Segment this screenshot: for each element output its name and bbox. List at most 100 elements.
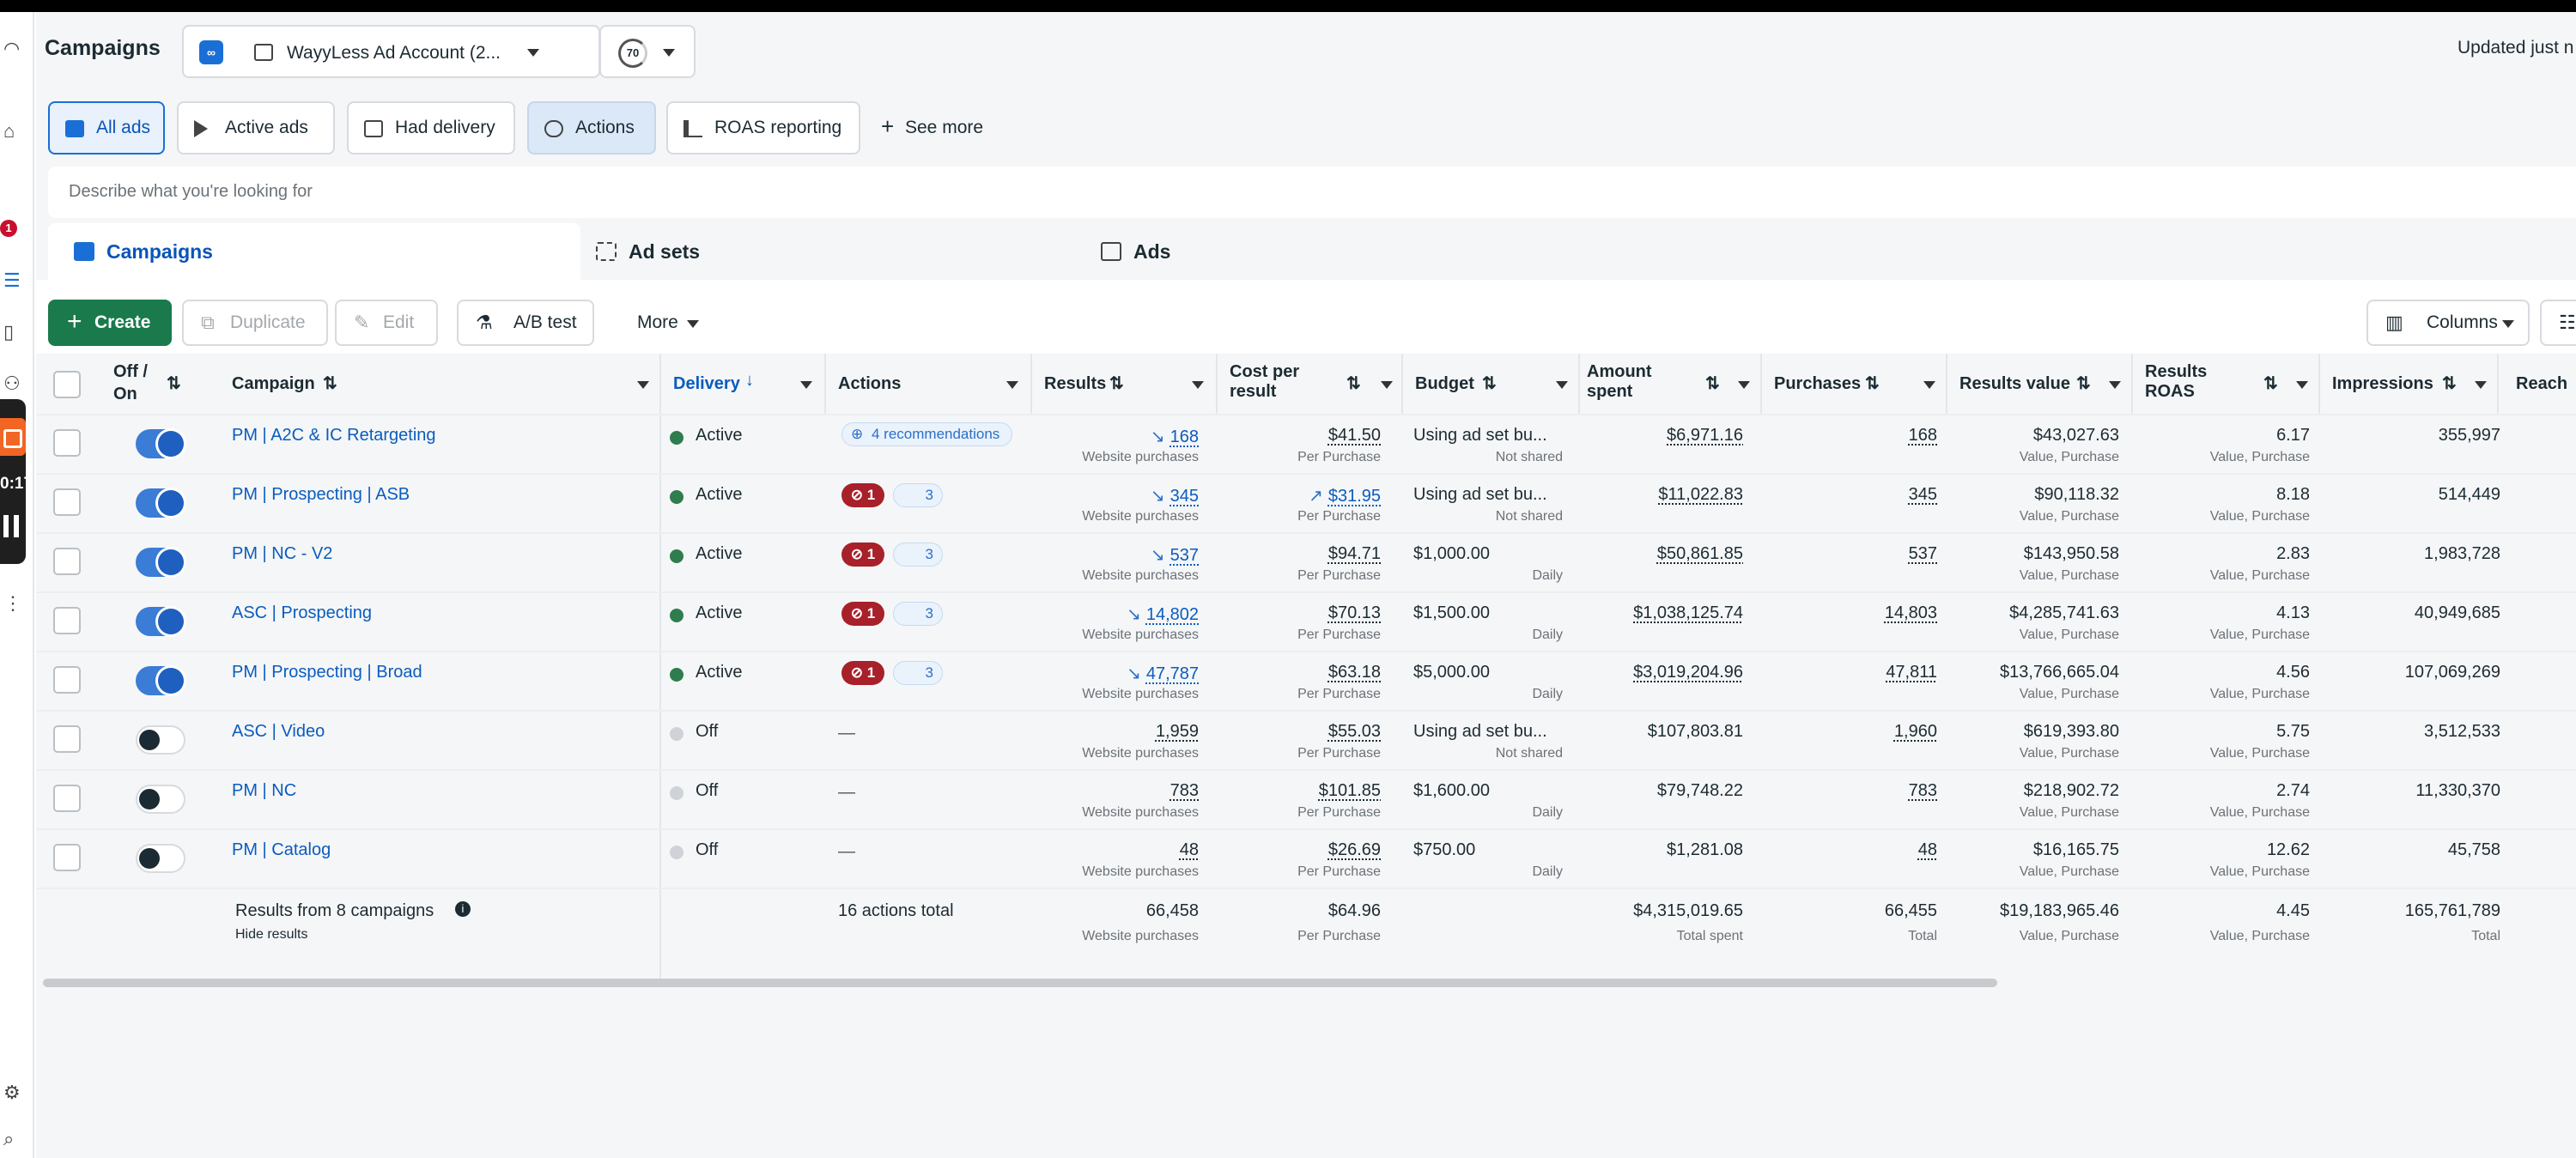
campaigns-list-icon[interactable]: ☰ [3,271,21,290]
campaign-toggle[interactable] [136,488,185,518]
purchases-value[interactable]: 1,960 [1894,722,1937,742]
header-cost-per-result[interactable]: Cost per result [1230,362,1299,422]
tab-ads[interactable]: Ads [1075,223,1590,280]
purchases-value[interactable]: 168 [1909,426,1937,446]
campaign-toggle[interactable] [136,607,185,636]
recommendations-pill[interactable]: 4 recommendations [841,422,1013,446]
campaign-name-link[interactable]: PM | NC [232,781,296,801]
table-row[interactable]: PM | Prospecting | ASB Active ⊘ 1 3 ↘ 345 Webs… [36,475,2576,534]
table-row[interactable]: PM | Catalog Off — 48 Website purchases $26.6… [36,830,2576,889]
create-button[interactable]: + Create [48,300,172,346]
recommendations-count-pill[interactable]: 3 [893,483,943,507]
purchases-value[interactable]: 48 [1918,840,1937,860]
stop-recording-button[interactable] [0,418,26,456]
chip-had-delivery[interactable]: Had delivery [347,101,515,155]
home-icon[interactable]: ⌂ [3,122,15,141]
info-icon[interactable]: i [455,901,471,917]
campaign-name-link[interactable]: ASC | Prospecting [232,603,372,623]
amount-spent[interactable]: $1,281.08 [1667,840,1743,860]
settings-icon[interactable]: ⚙ [3,1083,21,1102]
campaign-toggle[interactable] [136,844,185,873]
cost-per-result[interactable]: $94.71 [1328,544,1381,564]
campaign-name-link[interactable]: PM | Prospecting | ASB [232,485,410,505]
campaign-name-link[interactable]: PM | A2C & IC Retargeting [232,426,436,446]
results-value[interactable]: 48 [1180,840,1199,860]
chevron-down-icon[interactable] [1006,381,1018,389]
cost-per-result[interactable]: $63.18 [1328,663,1381,682]
results-value[interactable]: ↘ 14,802 [1127,603,1199,625]
horizontal-scrollbar[interactable] [43,979,1997,987]
purchases-value[interactable]: 47,811 [1886,663,1937,682]
chevron-down-icon[interactable] [1738,381,1750,389]
table-row[interactable]: PM | A2C & IC Retargeting Active 4 recomme… [36,415,2576,475]
recommendations-count-pill[interactable]: 3 [893,543,943,567]
header-amount-spent[interactable]: Amount spent [1587,362,1652,422]
chip-see-more[interactable]: + See more [864,101,1010,155]
header-results-roas[interactable]: Results ROAS [2145,362,2207,422]
cost-per-result[interactable]: ↗ $31.95 [1309,485,1381,506]
describe-search-input[interactable]: Describe what you're looking for [48,167,2576,218]
ab-test-button[interactable]: ⚗ A/B test [457,300,594,346]
row-checkbox[interactable] [53,725,81,753]
duplicate-button[interactable]: ⧉ Duplicate [182,300,328,346]
campaign-name-link[interactable]: PM | Catalog [232,840,331,860]
results-value[interactable]: ↘ 168 [1151,426,1199,447]
people-icon[interactable]: ⚇ [3,374,21,393]
results-value[interactable]: 783 [1170,781,1199,801]
search-icon[interactable]: ⌕ [3,1130,15,1149]
meta-logo-icon[interactable]: ◠ [3,39,20,58]
chevron-down-icon[interactable] [637,381,649,389]
purchases-value[interactable]: 14,803 [1885,603,1937,623]
recommendations-count-pill[interactable]: 3 [893,661,943,685]
account-selector[interactable]: ∞ WayyLess Ad Account (2... [182,25,600,78]
chevron-down-icon[interactable] [2475,381,2487,389]
cost-per-result[interactable]: $26.69 [1328,840,1381,860]
header-off-on[interactable]: Off / On [113,361,165,421]
hide-results-link[interactable]: Hide results [235,927,307,943]
amount-spent[interactable]: $50,861.85 [1657,544,1743,564]
edit-button[interactable]: ✎ Edit [335,300,438,346]
campaign-toggle[interactable] [136,725,185,755]
campaign-name-link[interactable]: ASC | Video [232,722,325,742]
results-value[interactable]: ↘ 537 [1151,544,1199,566]
results-value[interactable]: ↘ 345 [1151,485,1199,506]
account-score-button[interactable]: 70 [599,25,696,78]
row-checkbox[interactable] [53,488,81,516]
table-row[interactable]: PM | NC - V2 Active ⊘ 1 3 ↘ 537 Website purcha… [36,534,2576,593]
breakdown-button[interactable]: ☷ [2540,300,2576,346]
recommendations-count-pill[interactable]: 3 [893,602,943,626]
error-pill[interactable]: ⊘ 1 [841,661,884,685]
row-checkbox[interactable] [53,666,81,694]
campaign-name-link[interactable]: PM | Prospecting | Broad [232,663,422,682]
tab-campaigns[interactable]: Campaigns [48,223,580,280]
row-checkbox[interactable] [53,429,81,457]
amount-spent[interactable]: $107,803.81 [1648,722,1743,742]
chevron-down-icon[interactable] [1556,381,1568,389]
purchases-value[interactable]: 345 [1909,485,1937,505]
row-checkbox[interactable] [53,548,81,575]
results-value[interactable]: ↘ 47,787 [1127,663,1199,684]
pause-recording-button[interactable] [3,515,19,537]
columns-button[interactable]: ▥ Columns [2366,300,2530,346]
error-pill[interactable]: ⊘ 1 [841,543,884,567]
table-row[interactable]: ASC | Prospecting Active ⊘ 1 3 ↘ 14,802 Websit… [36,593,2576,652]
cost-per-result[interactable]: $101.85 [1319,781,1381,801]
row-checkbox[interactable] [53,607,81,634]
amount-spent[interactable]: $3,019,204.96 [1633,663,1743,682]
campaign-name-link[interactable]: PM | NC - V2 [232,544,332,564]
table-row[interactable]: PM | Prospecting | Broad Active ⊘ 1 3 ↘ 47,78… [36,652,2576,712]
amount-spent[interactable]: $1,038,125.74 [1633,603,1743,623]
chevron-down-icon[interactable] [2296,381,2308,389]
chevron-down-icon[interactable] [1923,381,1935,389]
select-all-checkbox[interactable] [53,371,81,398]
error-pill[interactable]: ⊘ 1 [841,602,884,626]
cost-per-result[interactable]: $41.50 [1328,426,1381,446]
purchases-value[interactable]: 537 [1909,544,1937,564]
campaign-toggle[interactable] [136,548,185,577]
chevron-down-icon[interactable] [1381,381,1393,389]
row-checkbox[interactable] [53,844,81,871]
campaign-toggle[interactable] [136,785,185,814]
purchases-value[interactable]: 783 [1909,781,1937,801]
amount-spent[interactable]: $79,748.22 [1657,781,1743,801]
results-value[interactable]: 1,959 [1156,722,1199,742]
